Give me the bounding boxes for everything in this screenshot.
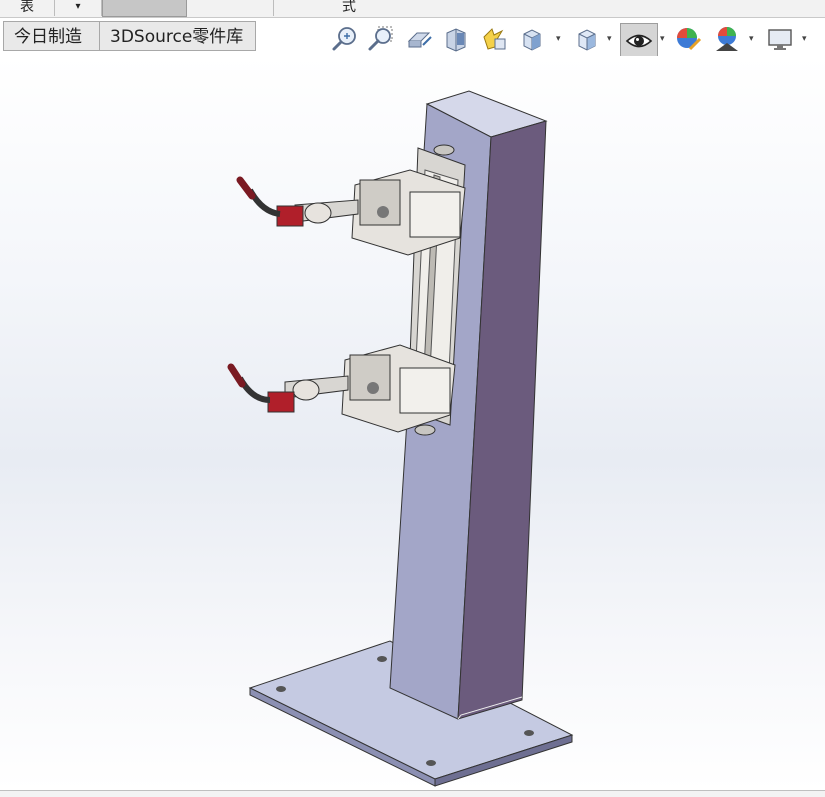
view-settings-button[interactable] [765, 24, 795, 54]
hide-show-dropdown[interactable]: ▾ [660, 34, 668, 44]
apply-scene-dropdown[interactable]: ▾ [749, 34, 757, 44]
top-menu-strip: 表 ▾ 式 [0, 0, 825, 18]
hide-show-items-icon [625, 34, 653, 47]
apply-scene-button[interactable] [712, 24, 742, 54]
menu-item-selected[interactable] [102, 0, 187, 17]
dynamic-annotation-button[interactable] [479, 24, 509, 54]
chevron-down-icon: ▾ [749, 34, 754, 44]
chevron-down-icon: ▾ [75, 1, 81, 12]
menu-item-blank[interactable] [187, 0, 274, 16]
chevron-down-icon: ▾ [607, 34, 612, 44]
view-settings-icon [768, 29, 792, 50]
previous-view-button[interactable] [404, 24, 434, 54]
menu-item-label: 式 [342, 0, 356, 15]
tab-3dsource[interactable]: 3DSource零件库 [99, 21, 256, 51]
menu-dropdown-button[interactable]: ▾ [55, 0, 102, 16]
hide-show-items-button[interactable] [620, 23, 658, 58]
view-orientation-icon [523, 29, 541, 51]
status-bar [0, 791, 825, 797]
edit-appearance-button[interactable] [673, 24, 703, 54]
chevron-down-icon: ▾ [660, 34, 665, 44]
lower-clamp [227, 344, 456, 433]
tab-jinri-zhizao[interactable]: 今日制造 [3, 21, 100, 51]
menu-item-partial[interactable]: 表 [0, 0, 55, 16]
zoom-to-fit-icon [332, 27, 356, 51]
display-style-button[interactable] [572, 24, 602, 54]
apply-scene-icon [716, 27, 738, 51]
menu-item-partial-2[interactable]: 式 [274, 0, 424, 16]
menu-item-label: 表 [20, 0, 34, 15]
upper-clamp [236, 169, 466, 256]
dynamic-annotation-view-icon [483, 28, 506, 50]
view-orientation-dropdown[interactable]: ▾ [556, 34, 564, 44]
display-style-dropdown[interactable]: ▾ [607, 34, 615, 44]
chevron-down-icon: ▾ [802, 34, 807, 44]
graphics-viewport[interactable] [0, 56, 825, 790]
view-orientation-button[interactable] [517, 24, 547, 54]
tab-label: 今日制造 [14, 27, 82, 47]
chevron-down-icon: ▾ [556, 34, 561, 44]
zoom-to-area-icon [368, 26, 393, 51]
previous-view-icon [407, 32, 432, 48]
cad-model [227, 90, 574, 787]
zoom-to-fit-button[interactable] [330, 24, 360, 54]
zoom-to-area-button[interactable] [366, 24, 396, 54]
view-settings-dropdown[interactable]: ▾ [802, 34, 810, 44]
tab-label: 3DSource零件库 [110, 27, 244, 47]
section-view-icon [446, 28, 466, 52]
section-view-button[interactable] [441, 24, 471, 54]
edit-appearance-icon [677, 28, 702, 51]
display-style-icon [578, 29, 596, 51]
